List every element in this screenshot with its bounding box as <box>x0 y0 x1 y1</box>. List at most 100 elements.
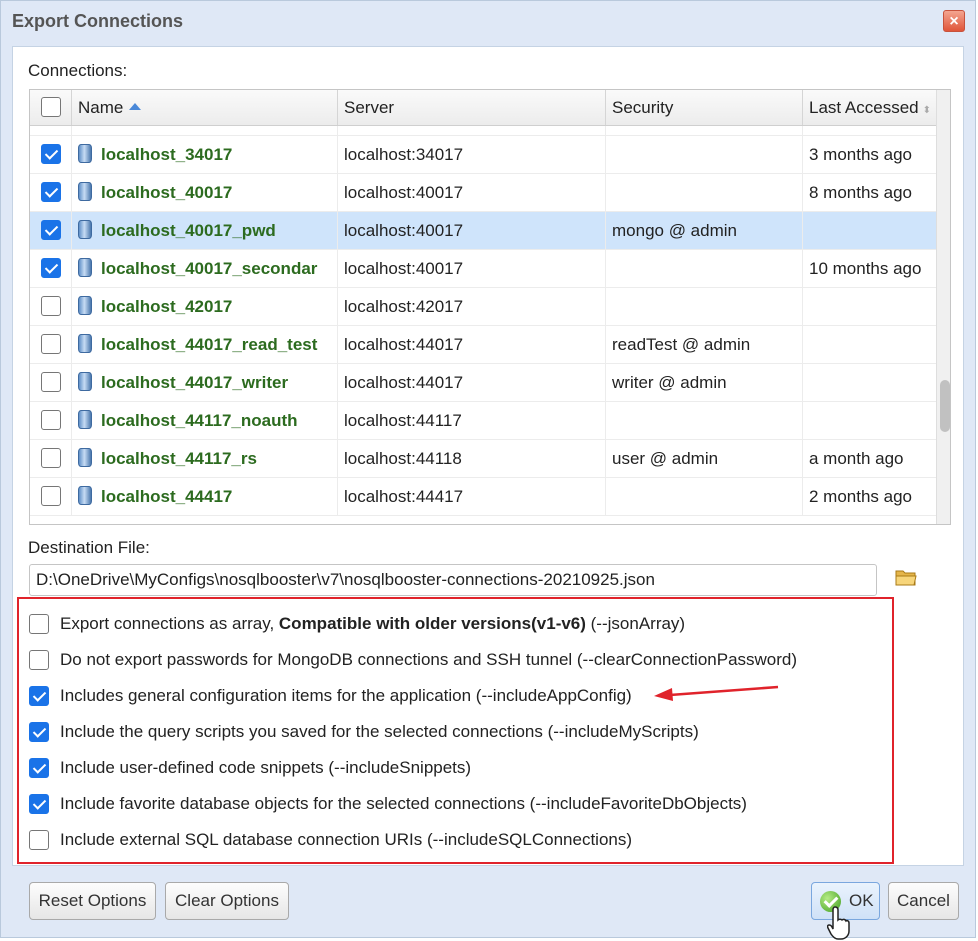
row-checkbox[interactable] <box>41 258 61 278</box>
row-checkbox-cell <box>30 478 72 515</box>
option-checkbox[interactable] <box>29 722 49 742</box>
option-checkbox[interactable] <box>29 686 49 706</box>
row-checkbox[interactable] <box>41 334 61 354</box>
name-cell: localhost_44117_noauth <box>72 402 338 439</box>
close-button[interactable]: × <box>943 10 965 32</box>
table-row[interactable]: localhost_44117_noauth localhost:44117 <box>30 402 936 440</box>
option-text: Include user-defined code snippets (--in… <box>60 758 472 777</box>
reset-options-button[interactable]: Reset Options <box>29 882 156 920</box>
row-checkbox[interactable] <box>41 486 61 506</box>
option-checkbox[interactable] <box>29 650 49 670</box>
connections-grid: Name Server Security Last Accessed ⬍ loca… <box>29 89 951 525</box>
table-row[interactable]: localhost_44017_read_test localhost:44017… <box>30 326 936 364</box>
table-row[interactable]: localhost_42017 localhost:42017 <box>30 288 936 326</box>
security-cell <box>606 250 803 287</box>
server-cell: localhost:44017 <box>338 326 606 363</box>
server-cell: localhost:40017 <box>338 212 606 249</box>
connection-name: localhost_40017_secondar <box>101 259 318 278</box>
column-header-security[interactable]: Security <box>606 90 803 125</box>
connection-name: localhost_40017_pwd <box>101 221 276 240</box>
export-option[interactable]: Include favorite database objects for th… <box>19 792 879 816</box>
option-label: Do not export passwords for MongoDB conn… <box>60 648 797 672</box>
connection-name: localhost_34017 <box>101 145 233 164</box>
name-cell: localhost_30017 <box>72 126 338 135</box>
table-row[interactable]: localhost_44017_writer localhost:44017 wri… <box>30 364 936 402</box>
database-icon <box>78 220 92 240</box>
last-accessed-cell: a month ago <box>809 449 904 468</box>
server-cell: localhost:44417 <box>338 478 606 515</box>
security-cell <box>606 288 803 325</box>
security-cell <box>606 402 803 439</box>
row-checkbox[interactable] <box>41 410 61 430</box>
option-checkbox[interactable] <box>29 758 49 778</box>
table-row[interactable]: localhost_44417 localhost:44417 2 months a… <box>30 478 936 516</box>
grid-scrollbar[interactable] <box>936 90 950 524</box>
option-checkbox[interactable] <box>29 830 49 850</box>
option-text-tail: (--jsonArray) <box>585 614 686 633</box>
table-row[interactable]: localhost_30017localhost:30017 a month ag… <box>30 126 936 136</box>
export-option[interactable]: Include the query scripts you saved for … <box>19 720 879 744</box>
export-connections-dialog: Export Connections × Connections: Name S… <box>0 0 976 940</box>
name-cell: localhost_44117_rs <box>72 440 338 477</box>
table-row[interactable]: localhost_40017_pwd localhost:40017 mongo … <box>30 212 936 250</box>
database-icon <box>78 486 92 506</box>
option-checkbox[interactable] <box>29 614 49 634</box>
row-checkbox[interactable] <box>41 144 61 164</box>
row-checkbox[interactable] <box>41 448 61 468</box>
folder-icon[interactable] <box>895 568 917 586</box>
select-all-checkbox[interactable] <box>41 97 61 117</box>
cancel-button[interactable]: Cancel <box>888 882 959 920</box>
row-checkbox-cell <box>30 440 72 477</box>
name-cell: localhost_44017_writer <box>72 364 338 401</box>
destination-file-input[interactable]: D:\OneDrive\MyConfigs\nosqlbooster\v7\no… <box>29 564 877 596</box>
column-header-server[interactable]: Server <box>338 90 606 125</box>
option-text: Includes general configuration items for… <box>60 686 632 705</box>
last-accessed-cell: 8 months ago <box>809 183 913 202</box>
grid-scrollbar-thumb[interactable] <box>940 380 950 432</box>
connection-name: localhost_44417 <box>101 487 233 506</box>
row-checkbox-cell <box>30 250 72 287</box>
table-row[interactable]: localhost_44117_rs localhost:44118 user @ … <box>30 440 936 478</box>
row-checkbox[interactable] <box>41 296 61 316</box>
connection-name: localhost_44017_read_test <box>101 335 318 354</box>
column-header-name[interactable]: Name <box>72 90 338 125</box>
option-text: Export connections as array, <box>60 614 279 633</box>
last-accessed-cell: 2 months ago <box>809 487 913 506</box>
name-cell: localhost_40017_secondar <box>72 250 338 287</box>
export-option[interactable]: Do not export passwords for MongoDB conn… <box>19 648 879 672</box>
select-all-header <box>30 90 72 125</box>
name-cell: localhost_40017 <box>72 174 338 211</box>
export-option[interactable]: Include user-defined code snippets (--in… <box>19 756 879 780</box>
security-cell <box>606 126 803 135</box>
security-cell: mongo @ admin <box>606 212 803 249</box>
column-header-server-label: Server <box>344 98 395 117</box>
option-label: Includes general configuration items for… <box>60 684 632 708</box>
clear-options-button[interactable]: Clear Options <box>165 882 289 920</box>
security-cell: readTest @ admin <box>606 326 803 363</box>
column-header-last-accessed[interactable]: Last Accessed ⬍ <box>803 90 936 125</box>
row-checkbox[interactable] <box>41 220 61 240</box>
database-icon <box>78 448 92 468</box>
option-text-bold: Compatible with older versions(v1-v6) <box>278 614 586 633</box>
database-icon <box>78 372 92 392</box>
export-option[interactable]: Export connections as array, Compatible … <box>19 612 879 636</box>
table-row[interactable]: localhost_40017_secondar localhost:40017 1… <box>30 250 936 288</box>
name-cell: localhost_40017_pwd <box>72 212 338 249</box>
name-cell: localhost_44017_read_test <box>72 326 338 363</box>
option-label: Include the query scripts you saved for … <box>60 720 699 744</box>
row-checkbox[interactable] <box>41 372 61 392</box>
export-option[interactable]: Include external SQL database connection… <box>19 828 879 852</box>
row-checkbox-cell <box>30 212 72 249</box>
table-row[interactable]: localhost_34017 localhost:34017 3 months a… <box>30 136 936 174</box>
last-accessed-cell <box>803 326 936 363</box>
table-row[interactable]: localhost_40017 localhost:40017 8 months a… <box>30 174 936 212</box>
row-checkbox-cell <box>30 288 72 325</box>
last-accessed-cell <box>803 212 936 249</box>
option-label: Export connections as array, Compatible … <box>60 612 685 636</box>
last-accessed-cell <box>803 364 936 401</box>
row-checkbox-cell <box>30 174 72 211</box>
option-text: Do not export passwords for MongoDB conn… <box>60 650 798 669</box>
row-checkbox[interactable] <box>41 182 61 202</box>
last-accessed-cell <box>803 288 936 325</box>
option-checkbox[interactable] <box>29 794 49 814</box>
